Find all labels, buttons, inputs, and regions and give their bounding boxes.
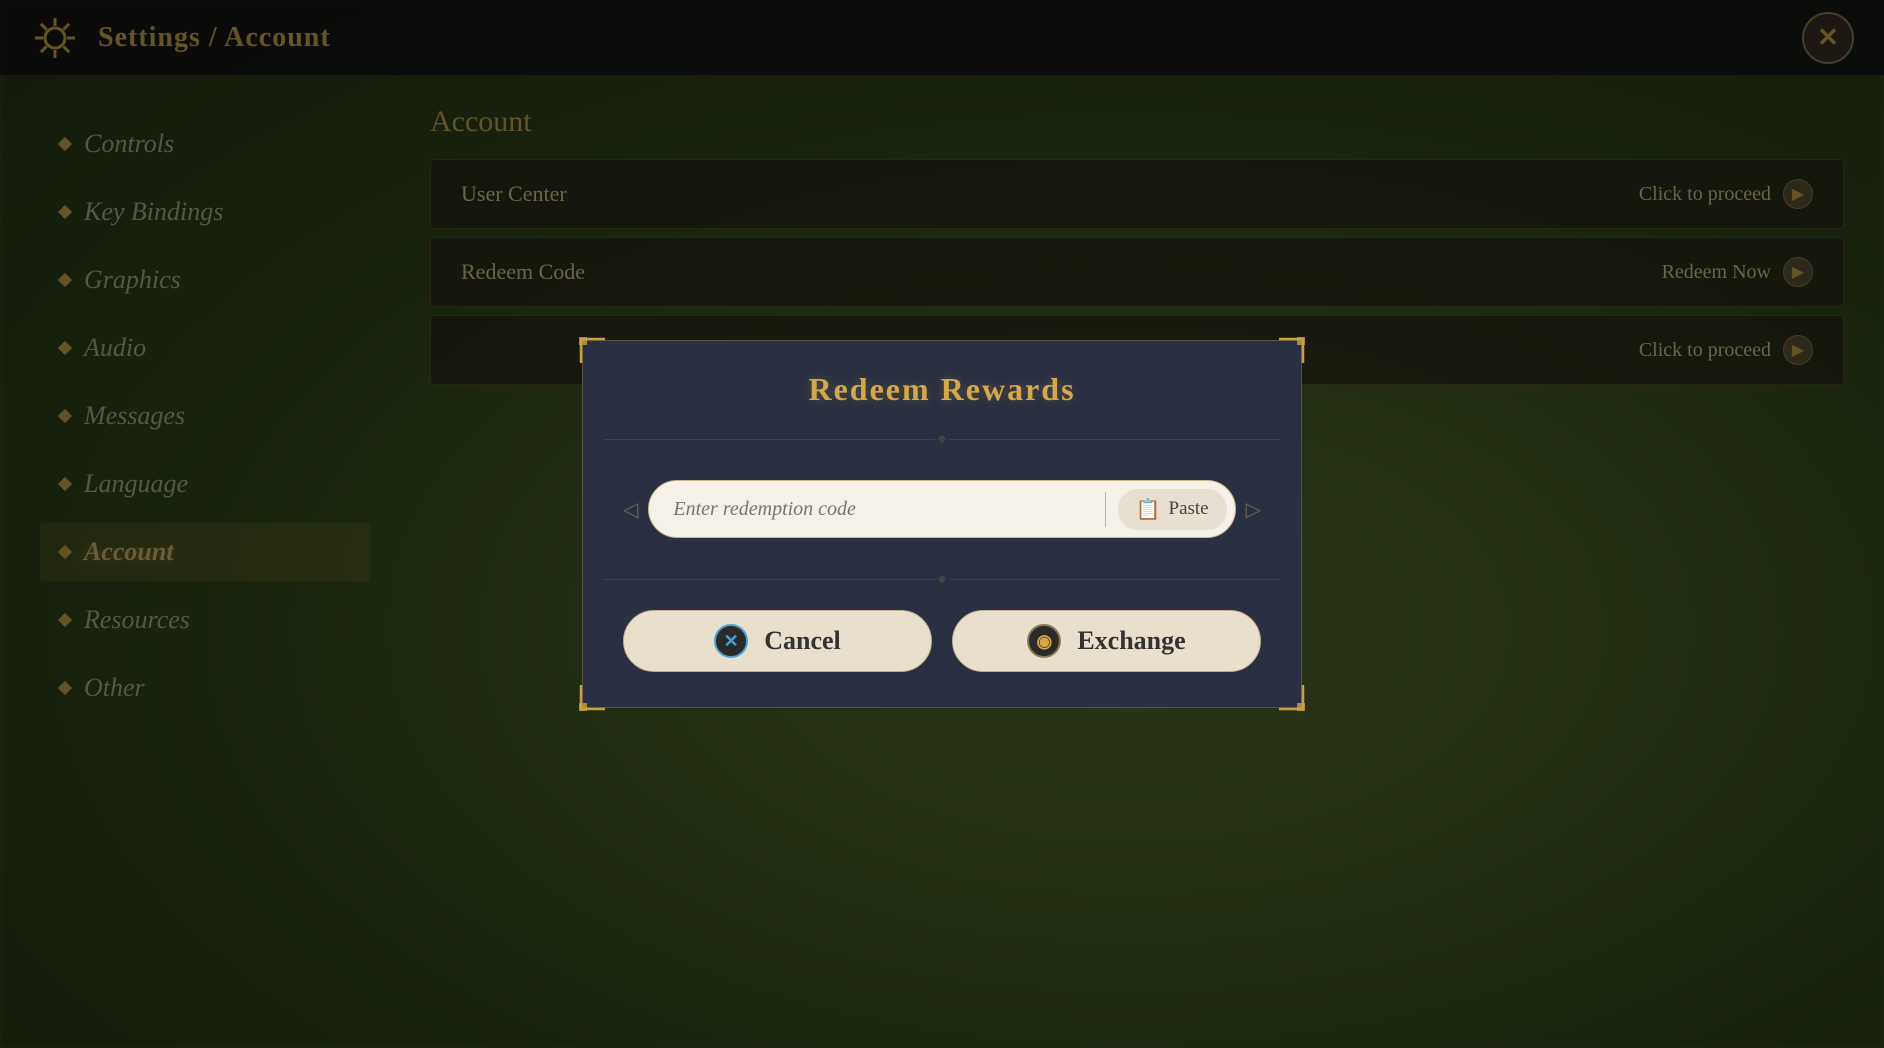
corner-decoration-bl: [579, 683, 607, 711]
redemption-code-input[interactable]: [673, 498, 1092, 521]
modal-header: Redeem Rewards: [583, 341, 1301, 428]
modal-deco-top: [583, 428, 1301, 450]
exchange-button[interactable]: ◉ Exchange: [952, 610, 1261, 672]
cancel-label: Cancel: [764, 626, 841, 656]
corner-decoration-tr: [1277, 337, 1305, 365]
input-divider: [1105, 492, 1106, 527]
cancel-button[interactable]: ✕ Cancel: [623, 610, 932, 672]
modal-footer: ✕ Cancel ◉ Exchange: [583, 590, 1301, 707]
redeem-rewards-modal: Redeem Rewards ◁ 📋 Paste ▷: [582, 340, 1302, 708]
paste-icon: 📋: [1136, 497, 1161, 522]
cancel-icon: ✕: [714, 624, 748, 658]
redemption-input-container: 📋 Paste: [648, 480, 1235, 538]
modal-title: Redeem Rewards: [603, 371, 1281, 408]
paste-label: Paste: [1169, 498, 1209, 520]
left-arrow-deco: ◁: [623, 497, 638, 522]
input-wrapper: ◁ 📋 Paste ▷: [623, 480, 1261, 538]
right-arrow-deco: ▷: [1246, 497, 1261, 522]
corner-decoration-br: [1277, 683, 1305, 711]
modal-body: ◁ 📋 Paste ▷: [583, 450, 1301, 568]
modal-overlay: Redeem Rewards ◁ 📋 Paste ▷: [0, 0, 1884, 1048]
exchange-icon: ◉: [1027, 624, 1061, 658]
corner-decoration-tl: [579, 337, 607, 365]
exchange-label: Exchange: [1077, 626, 1185, 656]
paste-button[interactable]: 📋 Paste: [1118, 489, 1227, 530]
modal-deco-bottom: [583, 568, 1301, 590]
